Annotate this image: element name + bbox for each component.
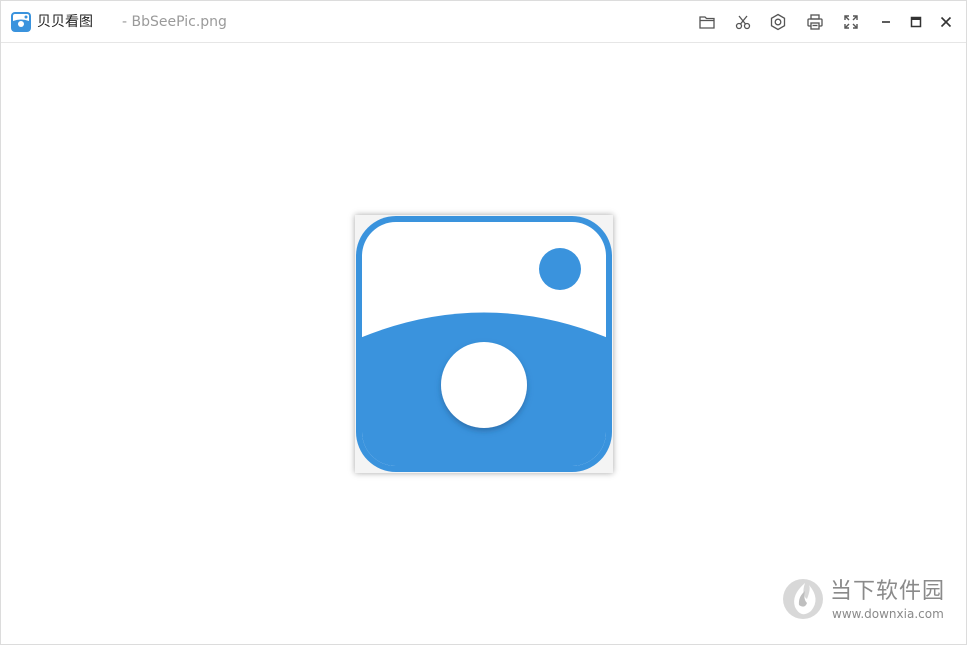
camera-logo-image [356, 216, 612, 472]
crop-button[interactable] [732, 11, 754, 33]
folder-icon [699, 16, 715, 29]
print-button[interactable] [804, 11, 826, 33]
title-bar: 贝贝看图 - BbSeePic.png [1, 1, 966, 43]
file-name: - BbSeePic.png [122, 14, 227, 30]
watermark-url: www.downxia.com [832, 607, 944, 621]
watermark-brand: 当下软件园 [830, 579, 946, 604]
fullscreen-button[interactable] [840, 11, 862, 33]
watermark-logo-icon [783, 579, 823, 619]
settings-button[interactable] [767, 11, 789, 33]
maximize-button[interactable] [905, 11, 927, 33]
app-logo-icon [11, 12, 31, 32]
scissors-icon [735, 15, 751, 30]
displayed-image[interactable] [355, 215, 613, 473]
close-icon [940, 16, 952, 28]
maximize-icon [910, 16, 922, 28]
open-folder-button[interactable] [696, 11, 718, 33]
app-title: 贝贝看图 [37, 14, 93, 30]
close-button[interactable] [935, 11, 957, 33]
app-window: 贝贝看图 - BbSeePic.png 当下软件园 www.downxia.co… [0, 0, 967, 645]
print-icon [807, 14, 823, 30]
settings-icon [770, 13, 786, 31]
fullscreen-icon [844, 15, 858, 29]
minimize-icon [882, 21, 890, 23]
minimize-button[interactable] [875, 11, 897, 33]
image-canvas[interactable]: 当下软件园 www.downxia.com [1, 43, 966, 644]
watermark: 当下软件园 www.downxia.com [781, 575, 951, 625]
